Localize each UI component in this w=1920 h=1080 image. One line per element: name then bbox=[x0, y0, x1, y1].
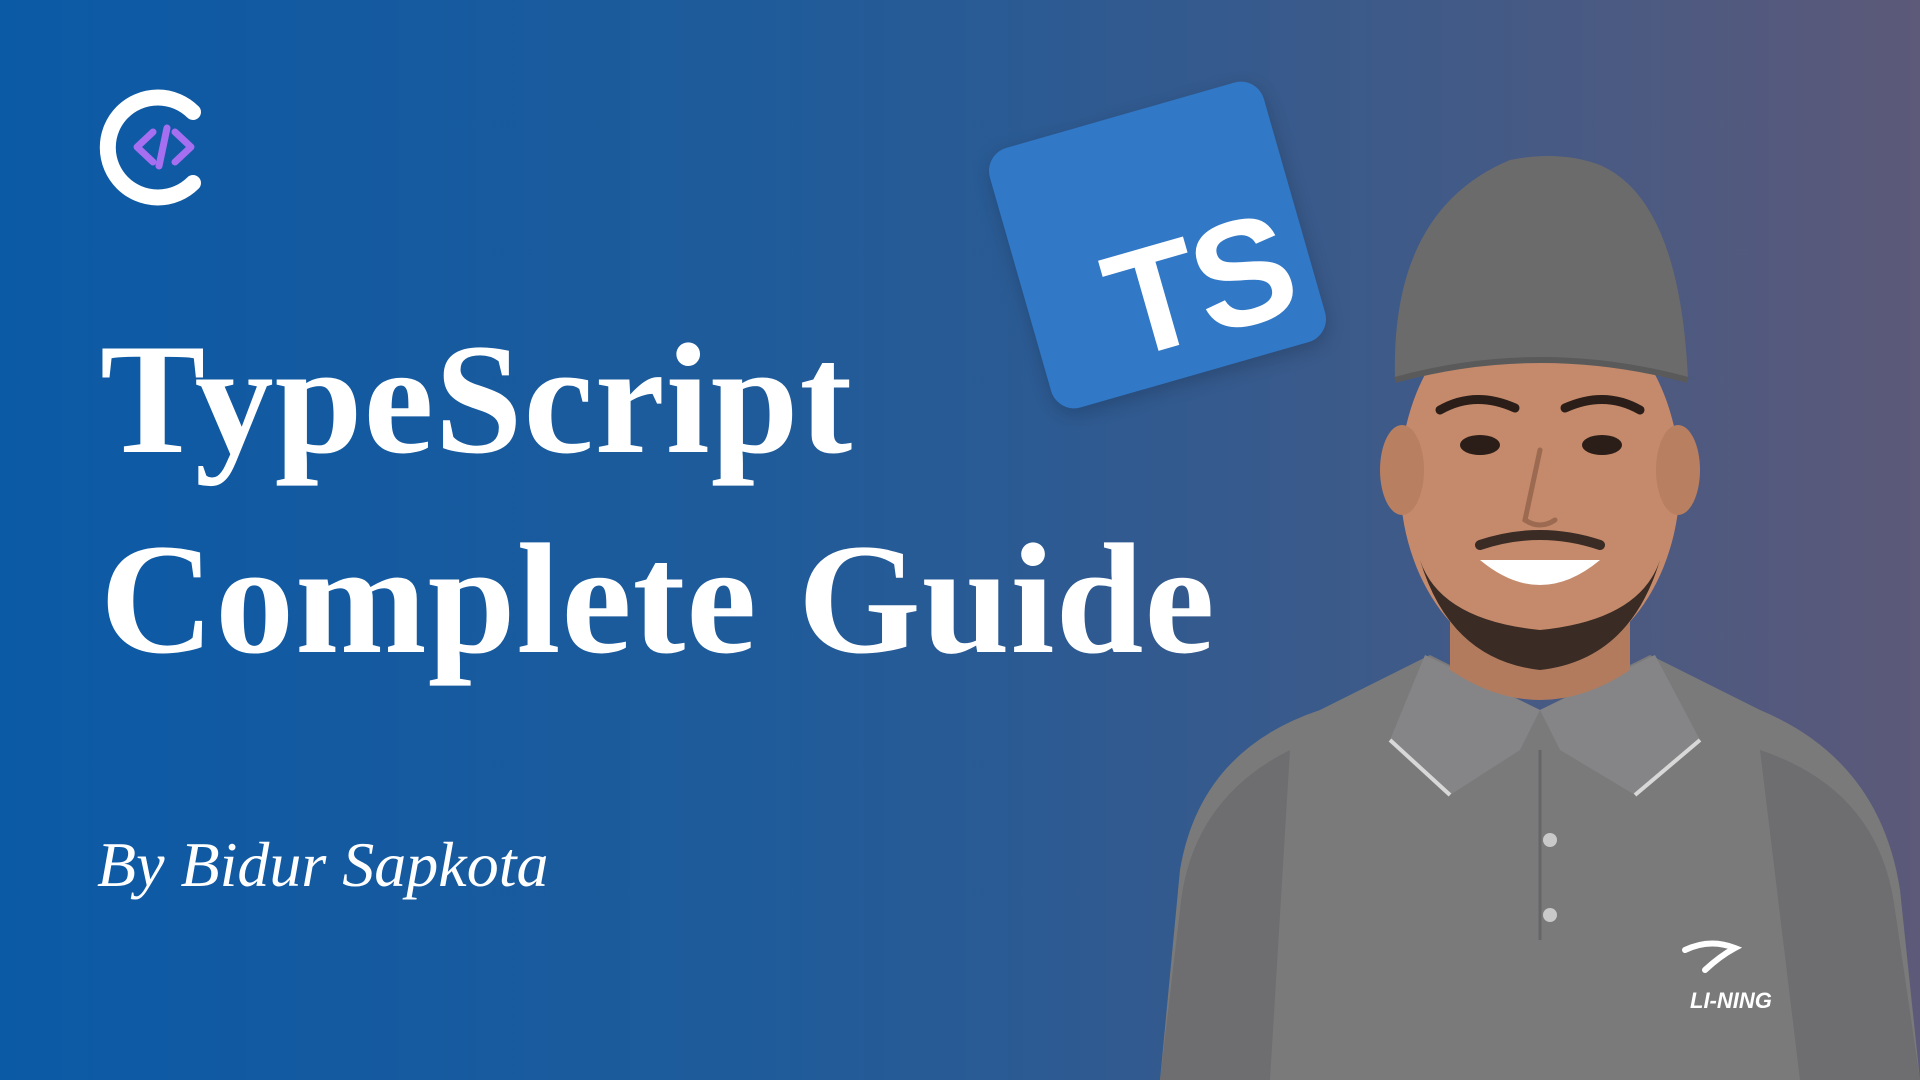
shirt-logo-text: LI-NING bbox=[1690, 988, 1772, 1013]
author-byline: By Bidur Sapkota bbox=[97, 829, 549, 900]
presenter-photo: LI-NING bbox=[1160, 156, 1920, 1080]
c-code-logo-icon bbox=[99, 89, 201, 206]
thumbnail-canvas: TypeScript Complete Guide By Bidur Sapko… bbox=[0, 0, 1920, 1080]
